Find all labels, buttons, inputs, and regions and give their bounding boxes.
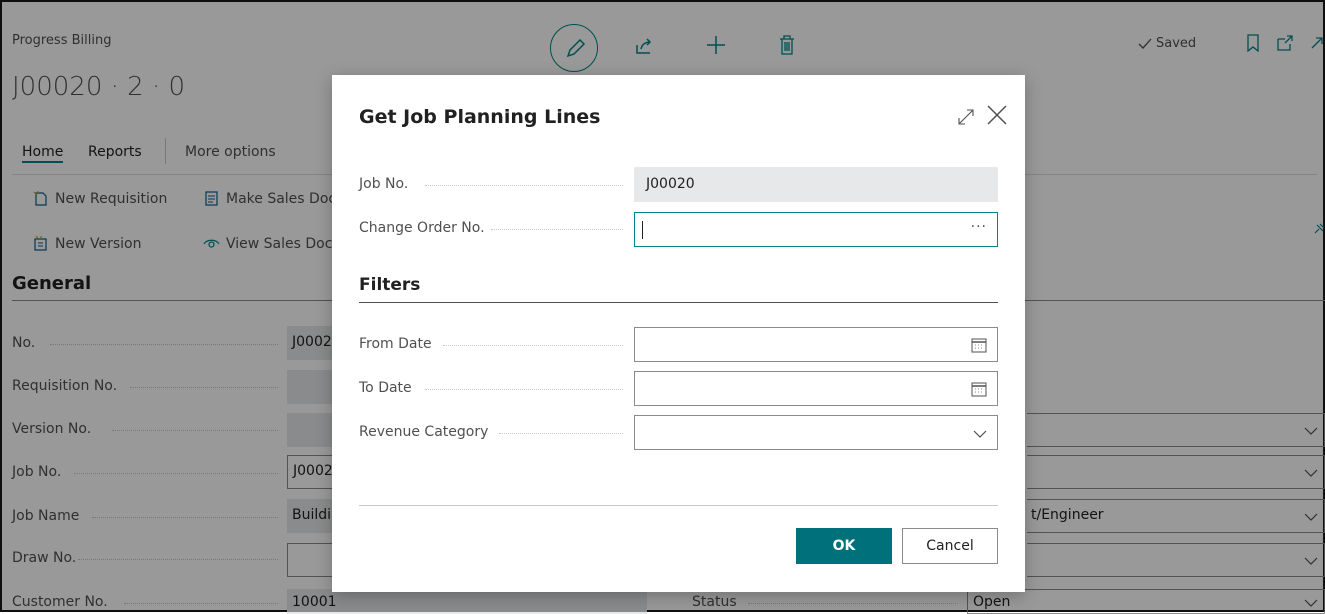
dialog-job-no-label-text: Job No. — [359, 176, 409, 192]
leader-dots — [443, 345, 623, 346]
expand-dialog-button[interactable] — [957, 108, 975, 126]
change-order-no-label-text: Change Order No. — [359, 220, 485, 236]
calendar-icon[interactable] — [971, 337, 987, 353]
dialog-job-no-label: Job No. — [359, 176, 627, 196]
revenue-category-select[interactable] — [634, 415, 998, 450]
dialog-job-no-field: J00020 — [634, 167, 998, 202]
close-icon — [987, 105, 1007, 125]
change-order-no-input[interactable]: ··· — [634, 212, 998, 247]
change-order-no-label: Change Order No. — [359, 220, 627, 240]
text-cursor — [642, 221, 643, 239]
filters-rule — [359, 302, 998, 303]
footer-divider — [359, 505, 998, 506]
from-date-label-text: From Date — [359, 336, 432, 352]
to-date-label-text: To Date — [359, 380, 412, 396]
get-job-planning-lines-dialog: Get Job Planning Lines Job No. J00020 Ch… — [332, 75, 1025, 592]
chevron-down-icon — [973, 430, 987, 438]
leader-dots — [425, 185, 623, 186]
close-dialog-button[interactable] — [986, 104, 1008, 126]
calendar-icon[interactable] — [971, 381, 987, 397]
to-date-input[interactable] — [634, 371, 998, 406]
leader-dots — [499, 433, 623, 434]
ok-button[interactable]: OK — [796, 528, 892, 564]
revenue-category-label-text: Revenue Category — [359, 424, 489, 440]
from-date-input[interactable] — [634, 327, 998, 362]
to-date-label: To Date — [359, 380, 627, 400]
revenue-category-label: Revenue Category — [359, 424, 627, 444]
filters-heading: Filters — [359, 275, 421, 295]
lookup-ellipsis-button[interactable]: ··· — [971, 219, 987, 235]
expand-icon — [958, 109, 974, 125]
dialog-job-no-value: J00020 — [646, 176, 695, 192]
from-date-label: From Date — [359, 336, 627, 356]
leader-dots — [425, 389, 623, 390]
dialog-title: Get Job Planning Lines — [359, 106, 601, 128]
cancel-button[interactable]: Cancel — [902, 528, 998, 564]
leader-dots — [491, 229, 623, 230]
